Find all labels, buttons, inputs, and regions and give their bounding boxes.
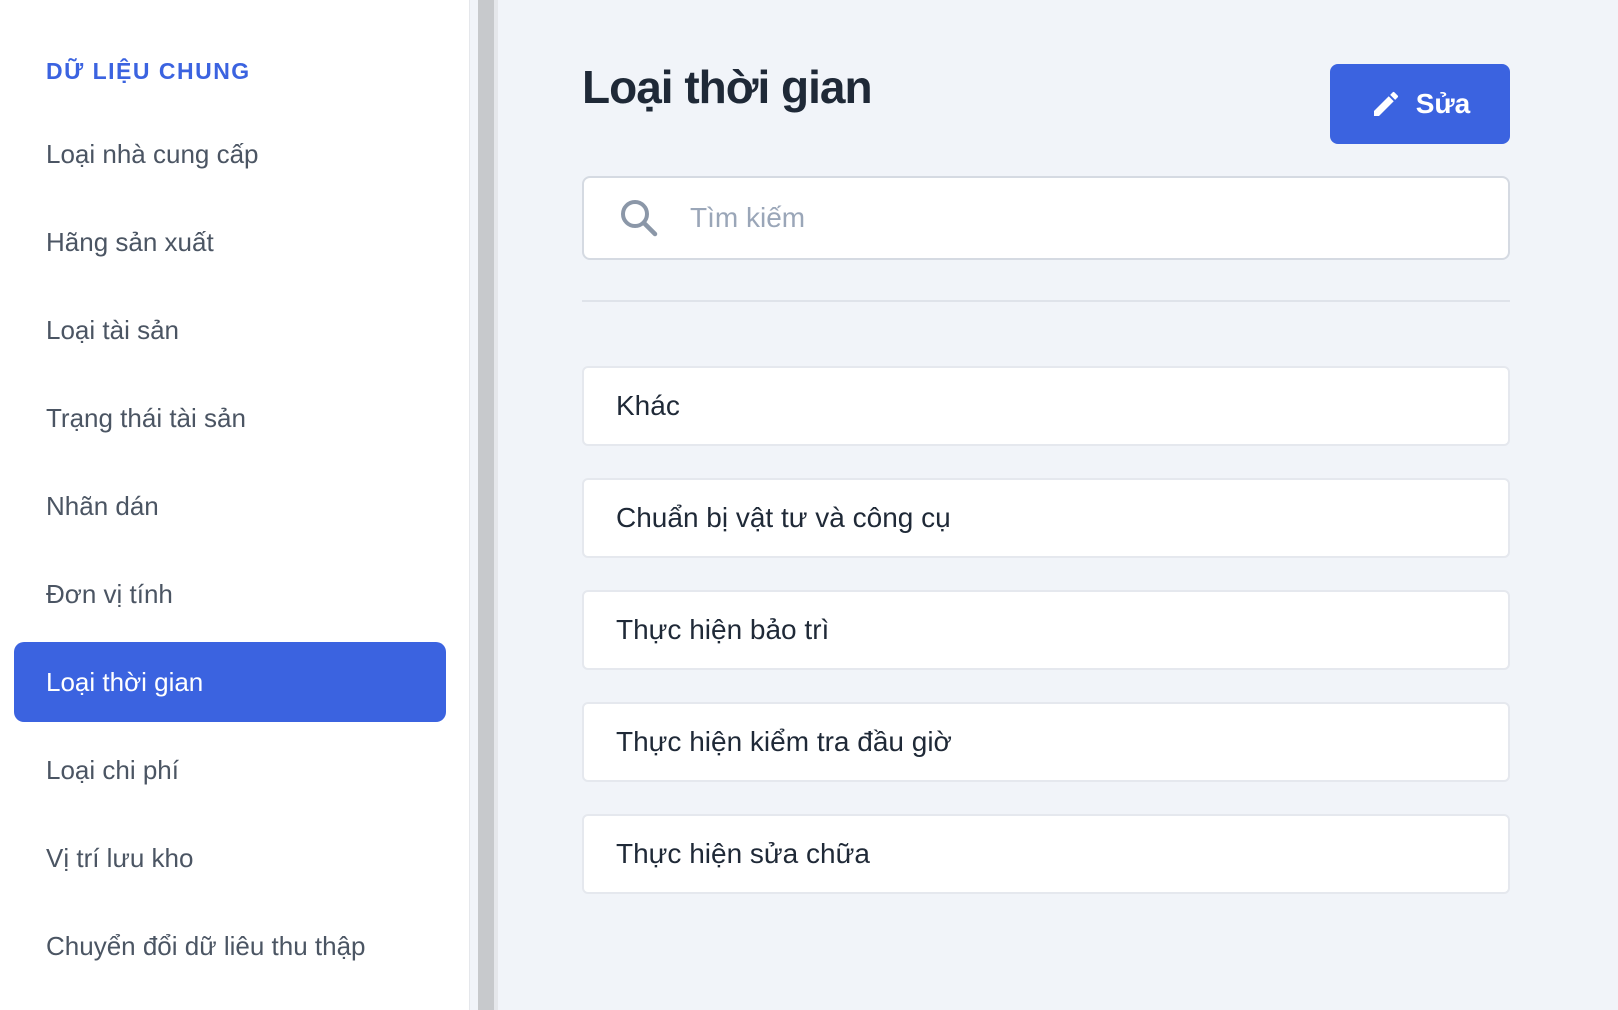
edit-button[interactable]: Sửa <box>1330 64 1510 144</box>
sidebar-item-asset-type[interactable]: Loại tài sản <box>14 290 446 370</box>
sidebar-list: Loại nhà cung cấp Hãng sản xuất Loại tài… <box>14 114 446 994</box>
edit-button-label: Sửa <box>1415 88 1471 119</box>
sidebar-item-data-conversion[interactable]: Chuyển đổi dữ liêu thu thập <box>14 906 446 986</box>
sidebar-item-manufacturer[interactable]: Hãng sản xuất <box>14 202 446 282</box>
panel-divider <box>494 0 498 1010</box>
list-item[interactable]: Thực hiện kiểm tra đầu giờ <box>582 702 1510 782</box>
sidebar-item-units[interactable]: Đơn vị tính <box>14 554 446 634</box>
list-item[interactable]: Thực hiện bảo trì <box>582 590 1510 670</box>
page-title: Loại thời gian <box>582 61 873 113</box>
sidebar-item-time-type[interactable]: Loại thời gian <box>14 642 446 722</box>
sidebar-section-title: DỮ LIỆU CHUNG <box>46 58 251 84</box>
sidebar-item-labels[interactable]: Nhãn dán <box>14 466 446 546</box>
search-input[interactable] <box>688 192 1452 244</box>
search-box[interactable] <box>582 176 1510 260</box>
main-content: Loại thời gian Sửa Khác Chuẩn bị vật tư … <box>582 0 1510 1010</box>
divider <box>582 300 1510 302</box>
sidebar-item-storage-location[interactable]: Vị trí lưu kho <box>14 818 446 898</box>
sidebar-item-supplier-type[interactable]: Loại nhà cung cấp <box>14 114 446 194</box>
sidebar: DỮ LIỆU CHUNG Loại nhà cung cấp Hãng sản… <box>0 0 470 1010</box>
sidebar-item-cost-type[interactable]: Loại chi phí <box>14 730 446 810</box>
time-type-list: Khác Chuẩn bị vật tư và công cụ Thực hiệ… <box>582 366 1510 926</box>
panel-resize-handle[interactable] <box>478 0 494 1010</box>
list-item[interactable]: Chuẩn bị vật tư và công cụ <box>582 478 1510 558</box>
pencil-icon <box>1370 88 1402 120</box>
list-item[interactable]: Thực hiện sửa chữa <box>582 814 1510 894</box>
list-item[interactable]: Khác <box>582 366 1510 446</box>
sidebar-item-asset-status[interactable]: Trạng thái tài sản <box>14 378 446 458</box>
search-icon <box>618 197 660 239</box>
